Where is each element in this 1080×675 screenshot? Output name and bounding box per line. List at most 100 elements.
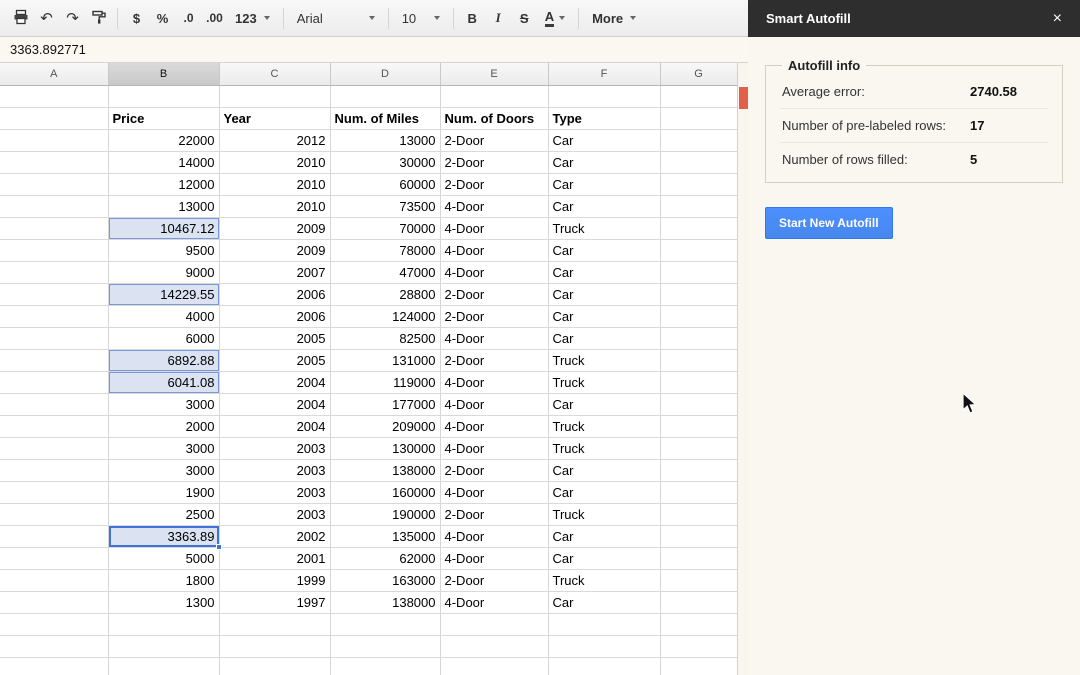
- number-format-dropdown[interactable]: 123: [228, 5, 277, 31]
- cell-price[interactable]: 12000: [108, 173, 219, 195]
- cell-empty[interactable]: [660, 481, 737, 503]
- cell-doors[interactable]: 4-Door: [440, 217, 548, 239]
- cell-miles[interactable]: 62000: [330, 547, 440, 569]
- cell-type[interactable]: Truck: [548, 371, 660, 393]
- cell-year[interactable]: 2003: [219, 459, 330, 481]
- cell-price[interactable]: 5000: [108, 547, 219, 569]
- cell-price[interactable]: 1800: [108, 569, 219, 591]
- cell-miles[interactable]: 138000: [330, 459, 440, 481]
- decrease-decimal-button[interactable]: .0: [176, 5, 201, 31]
- cell-empty[interactable]: [0, 305, 108, 327]
- cell-year[interactable]: 2009: [219, 217, 330, 239]
- cell-empty[interactable]: [0, 635, 108, 657]
- cell-type[interactable]: Car: [548, 195, 660, 217]
- vertical-scrollbar[interactable]: [737, 63, 748, 675]
- cell-type[interactable]: Truck: [548, 437, 660, 459]
- cell-empty[interactable]: [330, 635, 440, 657]
- cell-empty[interactable]: [660, 635, 737, 657]
- cell-miles[interactable]: 177000: [330, 393, 440, 415]
- cell-type[interactable]: Truck: [548, 217, 660, 239]
- cell-empty[interactable]: [0, 657, 108, 675]
- cell-field-header-doors[interactable]: Num. of Doors: [440, 107, 548, 129]
- column-header-c[interactable]: C: [219, 63, 330, 85]
- cell-empty[interactable]: [0, 591, 108, 613]
- cell-doors[interactable]: 2-Door: [440, 305, 548, 327]
- bold-button[interactable]: B: [460, 5, 485, 31]
- cell-empty[interactable]: [0, 393, 108, 415]
- cell-price[interactable]: 2500: [108, 503, 219, 525]
- cell-year[interactable]: 2009: [219, 239, 330, 261]
- cell-empty[interactable]: [440, 613, 548, 635]
- cell-price[interactable]: 6000: [108, 327, 219, 349]
- cell-type[interactable]: Car: [548, 283, 660, 305]
- cell-empty[interactable]: [0, 173, 108, 195]
- cell-field-header-type[interactable]: Type: [548, 107, 660, 129]
- cell-empty[interactable]: [0, 371, 108, 393]
- cell-miles[interactable]: 124000: [330, 305, 440, 327]
- column-header-b[interactable]: B: [108, 63, 219, 85]
- cell-year[interactable]: 2001: [219, 547, 330, 569]
- cell-year[interactable]: 2004: [219, 393, 330, 415]
- cell-empty[interactable]: [219, 613, 330, 635]
- cell-empty[interactable]: [660, 283, 737, 305]
- currency-format-button[interactable]: $: [124, 5, 149, 31]
- cell-miles[interactable]: 130000: [330, 437, 440, 459]
- cell-empty[interactable]: [0, 85, 108, 107]
- close-icon[interactable]: ×: [1053, 11, 1062, 27]
- cell-miles[interactable]: 209000: [330, 415, 440, 437]
- cell-doors[interactable]: 2-Door: [440, 459, 548, 481]
- cell-miles[interactable]: 138000: [330, 591, 440, 613]
- cell-type[interactable]: Truck: [548, 349, 660, 371]
- cell-doors[interactable]: 4-Door: [440, 591, 548, 613]
- font-family-dropdown[interactable]: Arial: [290, 5, 382, 31]
- cell-empty[interactable]: [660, 261, 737, 283]
- cell-doors[interactable]: 4-Door: [440, 393, 548, 415]
- cell-empty[interactable]: [660, 239, 737, 261]
- cell-price[interactable]: 9000: [108, 261, 219, 283]
- scrollbar-marker[interactable]: [739, 87, 748, 109]
- cell-price[interactable]: 13000: [108, 195, 219, 217]
- cell-miles[interactable]: 60000: [330, 173, 440, 195]
- cell-empty[interactable]: [0, 613, 108, 635]
- cell-type[interactable]: Car: [548, 327, 660, 349]
- cell-type[interactable]: Truck: [548, 415, 660, 437]
- cell-empty[interactable]: [0, 415, 108, 437]
- cell-empty[interactable]: [440, 635, 548, 657]
- percent-format-button[interactable]: %: [150, 5, 175, 31]
- column-header-e[interactable]: E: [440, 63, 548, 85]
- cell-type[interactable]: Car: [548, 481, 660, 503]
- cell-doors[interactable]: 4-Door: [440, 195, 548, 217]
- cell-miles[interactable]: 135000: [330, 525, 440, 547]
- cell-type[interactable]: Car: [548, 151, 660, 173]
- cell-miles[interactable]: 28800: [330, 283, 440, 305]
- cell-empty[interactable]: [0, 481, 108, 503]
- cell-empty[interactable]: [330, 613, 440, 635]
- cell-empty[interactable]: [330, 85, 440, 107]
- cell-empty[interactable]: [660, 437, 737, 459]
- cell-empty[interactable]: [0, 327, 108, 349]
- cell-empty[interactable]: [660, 569, 737, 591]
- cell-year[interactable]: 2002: [219, 525, 330, 547]
- cell-empty[interactable]: [0, 569, 108, 591]
- cell-type[interactable]: Car: [548, 547, 660, 569]
- cell-year[interactable]: 2006: [219, 283, 330, 305]
- cell-empty[interactable]: [440, 657, 548, 675]
- cell-doors[interactable]: 4-Door: [440, 547, 548, 569]
- cell-price[interactable]: 1900: [108, 481, 219, 503]
- cell-miles[interactable]: 119000: [330, 371, 440, 393]
- cell-type[interactable]: Car: [548, 173, 660, 195]
- autofilled-cell[interactable]: 14229.55: [108, 283, 219, 305]
- cell-year[interactable]: 2005: [219, 327, 330, 349]
- cell-empty[interactable]: [0, 195, 108, 217]
- cell-empty[interactable]: [660, 371, 737, 393]
- cell-doors[interactable]: 4-Door: [440, 327, 548, 349]
- cell-type[interactable]: Car: [548, 459, 660, 481]
- column-header-d[interactable]: D: [330, 63, 440, 85]
- cell-miles[interactable]: 70000: [330, 217, 440, 239]
- cell-year[interactable]: 2004: [219, 415, 330, 437]
- autofilled-cell[interactable]: 6041.08: [108, 371, 219, 393]
- cell-doors[interactable]: 2-Door: [440, 283, 548, 305]
- cell-year[interactable]: 2003: [219, 503, 330, 525]
- cell-doors[interactable]: 2-Door: [440, 173, 548, 195]
- cell-price[interactable]: 1300: [108, 591, 219, 613]
